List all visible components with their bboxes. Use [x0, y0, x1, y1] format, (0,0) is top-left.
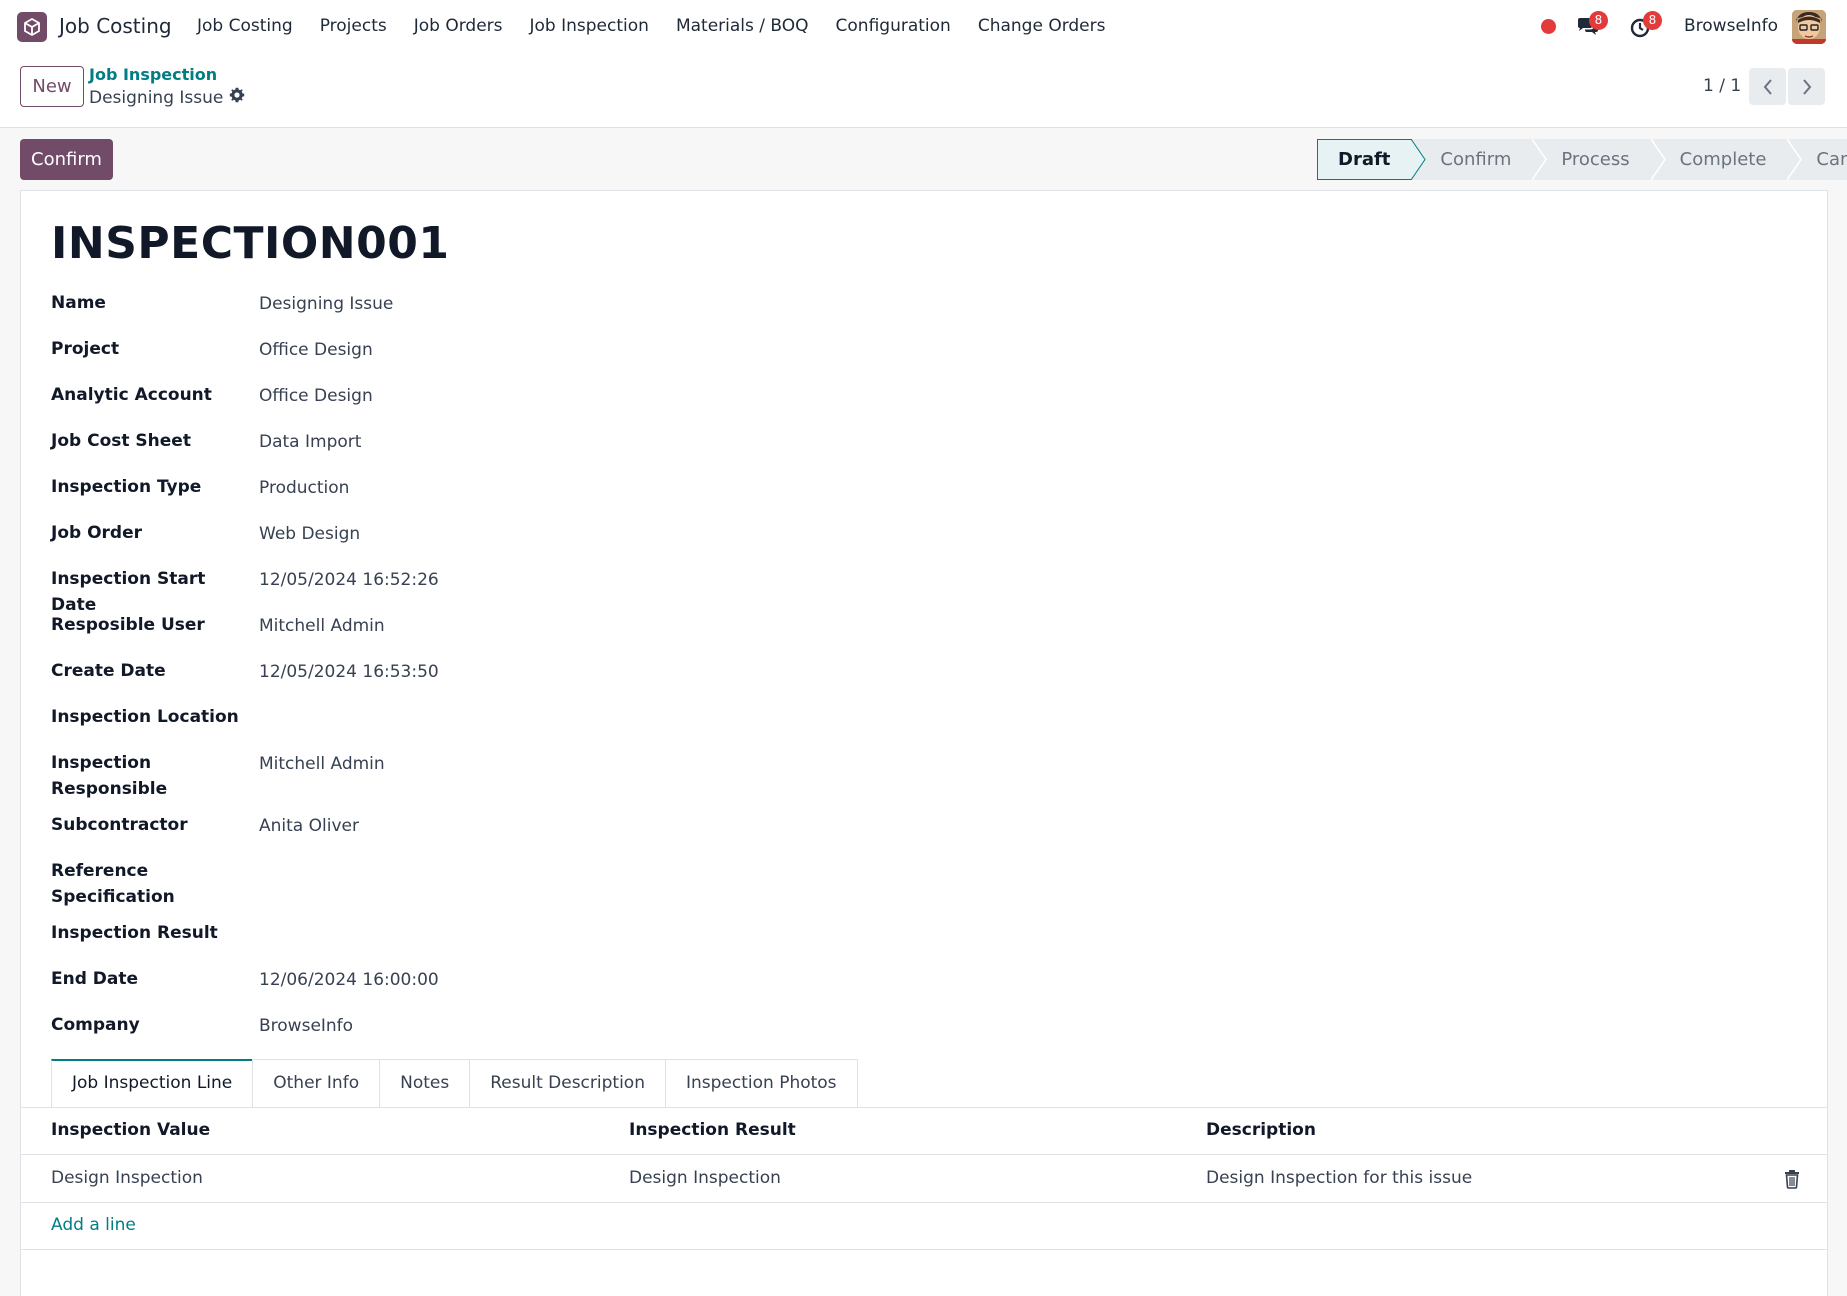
field-label: End Date [51, 969, 139, 989]
control-panel: New Job Inspection Designing Issue 1 / 1 [0, 54, 1847, 128]
cell-description[interactable]: Design Inspection for this issue [1206, 1168, 1472, 1188]
tab-inspection-photos[interactable]: Inspection Photos [664, 1059, 858, 1107]
gear-icon[interactable] [229, 87, 245, 108]
chevron-right-icon [1802, 78, 1811, 95]
company-field[interactable]: BrowseInfo [259, 1013, 353, 1039]
confirm-button[interactable]: Confirm [20, 139, 113, 180]
new-button[interactable]: New [20, 66, 84, 107]
table-header: Inspection Value Inspection Result Descr… [21, 1108, 1827, 1155]
status-process-label: Process [1561, 149, 1630, 170]
record-title[interactable]: INSPECTION001 [51, 218, 449, 269]
field-label: Inspection Result [51, 923, 218, 943]
field-label: Analytic Account [51, 385, 212, 405]
status-arrow [1532, 139, 1548, 180]
status-confirm[interactable]: Confirm [1411, 139, 1548, 180]
field-label: Subcontractor [51, 815, 188, 835]
job-order-field[interactable]: Web Design [259, 521, 360, 547]
form-sheet: INSPECTION001 Name Designing Issue Proje… [20, 190, 1828, 1296]
menu-item-materials-boq[interactable]: Materials / BOQ [676, 16, 809, 36]
subcontractor-field[interactable]: Anita Oliver [259, 813, 359, 839]
status-arrow [1787, 139, 1803, 180]
notebook-tabs: Job Inspection Line Other Info Notes Res… [51, 1059, 858, 1107]
menu-item-configuration[interactable]: Configuration [836, 16, 951, 36]
create-date-field[interactable]: 12/05/2024 16:53:50 [259, 659, 439, 685]
user-avatar[interactable] [1792, 10, 1826, 44]
chevron-left-icon [1763, 78, 1772, 95]
status-arrow [1650, 139, 1666, 180]
status-complete[interactable]: Complete [1650, 139, 1803, 180]
analytic-account-field[interactable]: Office Design [259, 383, 373, 409]
job-cost-sheet-field[interactable]: Data Import [259, 429, 361, 455]
menu-item-job-inspection[interactable]: Job Inspection [530, 16, 649, 36]
breadcrumb-parent[interactable]: Job Inspection [89, 65, 217, 84]
field-label: Job Order [51, 523, 143, 543]
pager-value[interactable]: 1 / 1 [1703, 76, 1741, 96]
field-label: Company [51, 1015, 140, 1035]
status-complete-label: Complete [1679, 149, 1767, 170]
menu-item-job-costing[interactable]: Job Costing [197, 16, 293, 36]
activities-badge: 8 [1643, 11, 1662, 30]
menu-item-projects[interactable]: Projects [320, 16, 387, 36]
status-confirm-label: Confirm [1440, 149, 1512, 170]
inspection-start-date-field[interactable]: 12/05/2024 16:52:26 [259, 567, 439, 593]
top-navbar: Job Costing Job Costing Projects Job Ord… [0, 0, 1847, 54]
field-label: Resposible User [51, 615, 205, 635]
pager-next-button[interactable] [1788, 68, 1825, 105]
field-label: Job Cost Sheet [51, 431, 191, 451]
status-arrow [1411, 139, 1427, 180]
tab-notes[interactable]: Notes [379, 1059, 471, 1107]
add-line-button[interactable]: Add a line [51, 1215, 136, 1235]
company-switcher[interactable]: BrowseInfo [1684, 16, 1778, 36]
field-label: Inspection Start Date [51, 569, 206, 615]
table-row[interactable]: Design Inspection Design Inspection Desi… [21, 1155, 1827, 1203]
column-header-inspection-value[interactable]: Inspection Value [51, 1120, 210, 1140]
column-header-inspection-result[interactable]: Inspection Result [629, 1120, 796, 1140]
tab-result-description[interactable]: Result Description [469, 1059, 666, 1107]
add-line-row: Add a line [21, 1203, 1827, 1250]
status-cancel-label: Cancel [1816, 149, 1847, 170]
status-bar: Draft Confirm Process Complete Can [1317, 139, 1847, 180]
end-date-field[interactable]: 12/06/2024 16:00:00 [259, 967, 439, 993]
app-logo-icon[interactable] [17, 12, 47, 42]
field-label: Project [51, 339, 120, 359]
field-label: Reference Specification [51, 861, 175, 907]
inspection-type-field[interactable]: Production [259, 475, 349, 501]
messages-badge: 8 [1589, 11, 1608, 30]
field-label: Inspection Location [51, 707, 239, 727]
pager-previous-button[interactable] [1749, 68, 1786, 105]
recording-dot-icon[interactable] [1541, 19, 1556, 34]
name-field[interactable]: Designing Issue [259, 291, 393, 317]
tab-job-inspection-line[interactable]: Job Inspection Line [51, 1059, 254, 1107]
field-label: Create Date [51, 661, 166, 681]
tab-other-info[interactable]: Other Info [252, 1059, 381, 1107]
project-field[interactable]: Office Design [259, 337, 373, 363]
cell-inspection-value[interactable]: Design Inspection [51, 1168, 203, 1188]
field-label: Inspection Responsible [51, 753, 168, 799]
menu-item-job-orders[interactable]: Job Orders [414, 16, 503, 36]
field-label: Name [51, 293, 106, 313]
breadcrumb-current: Designing Issue [89, 87, 245, 108]
app-name[interactable]: Job Costing [59, 14, 172, 38]
menu-item-change-orders[interactable]: Change Orders [978, 16, 1106, 36]
status-draft-label: Draft [1338, 149, 1391, 170]
status-process[interactable]: Process [1532, 139, 1666, 180]
status-draft[interactable]: Draft [1317, 139, 1427, 180]
cell-inspection-result[interactable]: Design Inspection [629, 1168, 781, 1188]
main-menu: Job Costing Projects Job Orders Job Insp… [197, 16, 1133, 36]
trash-icon[interactable] [1783, 1169, 1801, 1189]
breadcrumb-current-label: Designing Issue [89, 87, 224, 108]
responsible-user-field[interactable]: Mitchell Admin [259, 613, 385, 639]
field-label: Inspection Type [51, 477, 202, 497]
column-header-description[interactable]: Description [1206, 1120, 1316, 1140]
inspection-responsible-field[interactable]: Mitchell Admin [259, 751, 385, 777]
